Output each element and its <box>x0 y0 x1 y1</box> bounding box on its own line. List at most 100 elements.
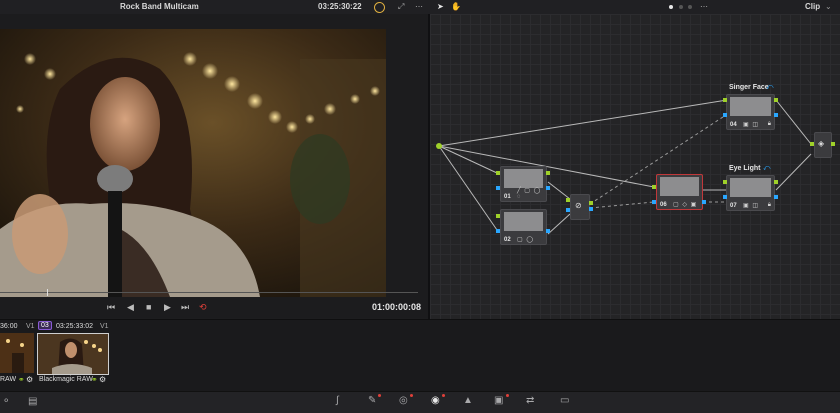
node-input-port[interactable] <box>566 198 570 202</box>
sizing-icon[interactable]: ⇄ <box>526 395 534 406</box>
node-01[interactable]: 01 ╱ ▢ ◯ ◌ <box>500 166 547 202</box>
play-icon[interactable]: ▶ <box>164 302 171 313</box>
active-indicator <box>442 394 445 397</box>
node-output-port[interactable] <box>589 201 593 205</box>
node-key-input-port[interactable] <box>566 208 570 212</box>
page-dot[interactable] <box>679 5 683 9</box>
node-output-port[interactable] <box>774 180 778 184</box>
color-wheel-icon[interactable] <box>374 2 385 13</box>
viewer-timecode: 03:25:30:22 <box>318 2 362 11</box>
node-input-port[interactable] <box>723 180 727 184</box>
window-icon[interactable]: ◎ <box>399 395 408 406</box>
node-output-port[interactable] <box>546 171 550 175</box>
node-tool-icons: ▢ ◇ ▣ <box>673 202 698 208</box>
clip-thumbnail-selected[interactable] <box>37 333 109 375</box>
clip-thumbnail-image <box>0 333 34 373</box>
active-indicator <box>378 394 381 397</box>
node-02[interactable]: 02 ▢ ◯ <box>500 209 547 245</box>
go-to-end-icon[interactable]: ⏭ <box>181 302 189 313</box>
parallel-mixer-node[interactable]: ◈ <box>814 132 832 158</box>
loop-icon[interactable]: ⟲ <box>199 302 207 313</box>
node-key-output-port[interactable] <box>774 195 778 199</box>
scrubber-track[interactable] <box>0 292 418 293</box>
node-number: 06 <box>660 202 667 208</box>
node-06[interactable]: 06 ▢ ◇ ▣ <box>656 174 703 210</box>
video-frame[interactable] <box>0 29 386 297</box>
link-icon: ⤺ <box>763 165 771 172</box>
qualifier-icon[interactable]: ✎ <box>368 395 376 406</box>
node-04[interactable]: 04 ▣ ◫ 🔒︎ <box>726 94 775 130</box>
curves-icon[interactable]: ∫ <box>336 395 339 406</box>
link-icon: ⤺ <box>766 84 774 91</box>
node-input-port[interactable] <box>810 142 814 146</box>
node-input-port[interactable] <box>723 98 727 102</box>
3d-icon[interactable]: ▭ <box>560 395 569 406</box>
node-input-port[interactable] <box>496 171 500 175</box>
node-key-input-port[interactable] <box>496 229 500 233</box>
clip-strip: 36:00 V1 03 03:25:33:02 V1 RAW ⚭ ⚙ Black… <box>0 319 840 392</box>
node-label-eye-light[interactable]: Eye Light <box>729 165 761 172</box>
more-options-icon[interactable]: ⋯ <box>415 2 423 11</box>
blur-icon[interactable]: ▲ <box>463 395 473 406</box>
source-input-port[interactable] <box>436 143 442 149</box>
node-output-port[interactable] <box>774 98 778 102</box>
node-key-input-port[interactable] <box>652 200 656 204</box>
clip-number-badge: 03 <box>38 321 52 330</box>
node-key-output-port[interactable] <box>702 200 706 204</box>
chevron-down-icon[interactable]: ⌄ <box>193 2 200 11</box>
node-key-input-port[interactable] <box>496 186 500 190</box>
fullscreen-icon[interactable]: ⤢ <box>398 2 404 12</box>
node-thumbnail <box>504 212 543 231</box>
hand-icon[interactable]: ✋ <box>451 2 461 11</box>
lock-icon: 🔒︎ <box>767 202 771 208</box>
more-options-icon[interactable]: ⋯ <box>700 2 708 11</box>
layer-mixer-node[interactable]: ⊘ <box>570 194 590 220</box>
clip-thumbnail-left[interactable] <box>0 333 34 373</box>
singer-frame-image <box>0 29 386 297</box>
tracker-icon[interactable]: ◉ <box>431 395 440 406</box>
node-number: 07 <box>730 203 737 209</box>
node-label-singer-face[interactable]: Singer Face <box>729 84 769 91</box>
chevron-down-icon[interactable]: ⌄ <box>825 2 832 11</box>
node-editor[interactable]: Singer Face ⤺ 04 ▣ ◫ 🔒︎ Eye Light ⤺ 07 ▣… <box>430 14 840 319</box>
node-key-output-port[interactable] <box>546 229 550 233</box>
node-output-port[interactable] <box>831 142 835 146</box>
node-number: 04 <box>730 122 737 128</box>
node-tool-icons: ▣ ◫ <box>743 203 760 209</box>
active-indicator <box>410 394 413 397</box>
stop-icon[interactable]: ■ <box>146 302 151 312</box>
lut-icon[interactable]: ▤ <box>28 396 37 407</box>
settings-icon: ⚙ <box>99 375 107 384</box>
clip-timecode-left: 36:00 <box>0 323 18 330</box>
node-input-port[interactable] <box>496 214 500 218</box>
node-key-input-port[interactable] <box>723 195 727 199</box>
go-to-start-icon[interactable]: ⏮ <box>107 302 115 313</box>
mixer-icon: ◈ <box>818 139 825 148</box>
link-icon: ⚭ <box>18 375 25 384</box>
node-thumbnail <box>730 178 771 197</box>
page-dot[interactable] <box>688 5 692 9</box>
node-thumbnail <box>660 177 699 196</box>
key-icon[interactable]: ▣ <box>494 395 503 406</box>
node-key-input-port[interactable] <box>723 113 727 117</box>
pointer-icon[interactable]: ➤ <box>437 2 444 11</box>
node-key-output-port[interactable] <box>589 207 593 211</box>
clip-track-left: V1 <box>26 323 35 330</box>
playhead[interactable] <box>47 289 48 296</box>
page-dot-active[interactable] <box>669 5 673 9</box>
node-key-output-port[interactable] <box>546 186 550 190</box>
viewer-panel <box>0 14 428 318</box>
palette-icon[interactable]: ⚬ <box>2 396 10 407</box>
node-07[interactable]: 07 ▣ ◫ 🔒︎ <box>726 175 775 211</box>
node-input-port[interactable] <box>652 185 656 189</box>
clip-label-left: RAW <box>0 376 17 383</box>
settings-icon: ⚙ <box>26 375 34 384</box>
active-indicator <box>506 394 509 397</box>
project-title[interactable]: Rock Band Multicam <box>120 2 199 11</box>
node-number: 02 <box>504 237 511 243</box>
mixer-icon: ⊘ <box>575 201 582 210</box>
play-reverse-icon[interactable]: ◀ <box>127 302 134 313</box>
node-key-output-port[interactable] <box>774 113 778 117</box>
mode-dropdown[interactable]: Clip <box>805 2 820 11</box>
top-bar: Rock Band Multicam ⌄ 03:25:30:22 ⤢ ⋯ ➤ ✋… <box>0 0 840 15</box>
